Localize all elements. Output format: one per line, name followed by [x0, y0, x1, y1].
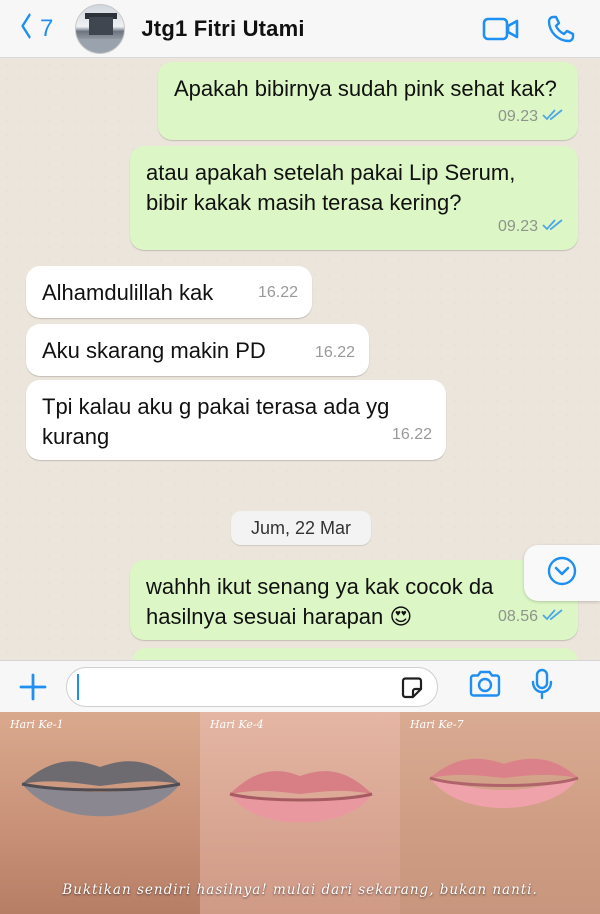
microphone-icon[interactable] — [530, 668, 554, 705]
contact-name[interactable]: Jtg1 Fitri Utami — [141, 16, 304, 42]
chat-thread[interactable]: Apakah bibirnya sudah pink sehat kak? 09… — [0, 58, 600, 660]
message-text: Apakah bibirnya sudah pink sehat kak? — [174, 76, 557, 101]
read-ticks-icon — [542, 602, 564, 632]
message-text: atau apakah setelah pakai Lip Serum, bib… — [146, 160, 516, 215]
message-meta: 16.22 — [392, 420, 432, 450]
read-ticks-icon — [542, 212, 564, 242]
message-time: 16.22 — [257, 284, 298, 301]
photo-label: Hari Ke-1 — [10, 718, 64, 731]
message-time: 09.23 — [497, 108, 538, 125]
promo-caption: Buktikan sendiri hasilnya! mulai dari se… — [62, 882, 538, 898]
photo-label: Hari Ke-7 — [410, 718, 464, 731]
back-button[interactable]: 7 — [18, 12, 53, 46]
avatar[interactable] — [75, 3, 126, 54]
message-bubble-outgoing[interactable]: wahhh ikut senang ya kak cocok da hasiln… — [130, 560, 578, 640]
message-meta: 09.23 — [498, 212, 564, 242]
scroll-down-button[interactable] — [524, 545, 600, 601]
message-bubble-incoming[interactable]: Alhamdulillah kak 16.22 — [26, 266, 312, 318]
message-bubble-outgoing-partial[interactable] — [132, 648, 578, 660]
message-text: wahhh ikut senang ya kak cocok da hasiln… — [146, 574, 494, 629]
message-text: Aku skarang makin PD — [42, 338, 266, 363]
plus-icon[interactable] — [18, 672, 48, 702]
message-bubble-incoming[interactable]: Tpi kalau aku g pakai terasa ada yg kura… — [26, 380, 446, 460]
phone-icon[interactable] — [546, 14, 576, 44]
read-ticks-icon — [542, 102, 564, 132]
date-separator: Jum, 22 Mar — [231, 511, 371, 545]
photo-label: Hari Ke-4 — [210, 718, 264, 731]
message-time: 08.56 — [497, 608, 538, 625]
message-bubble-outgoing[interactable]: Apakah bibirnya sudah pink sehat kak? 09… — [158, 62, 578, 140]
message-time: 16.22 — [391, 426, 432, 443]
message-text: Tpi kalau aku g pakai terasa ada yg kura… — [42, 394, 390, 449]
message-meta: 16.22 — [315, 338, 355, 368]
message-time: 16.22 — [314, 344, 355, 361]
chat-header: 7 Jtg1 Fitri Utami — [0, 0, 600, 58]
camera-icon[interactable] — [468, 670, 502, 703]
message-composer — [0, 660, 600, 712]
message-bubble-outgoing[interactable]: atau apakah setelah pakai Lip Serum, bib… — [130, 146, 578, 250]
message-meta: 09.23 — [498, 102, 564, 132]
message-meta: 08.56 — [498, 602, 564, 632]
message-meta: 16.22 — [258, 278, 298, 308]
video-call-icon[interactable] — [482, 16, 520, 42]
message-bubble-incoming[interactable]: Aku skarang makin PD 16.22 — [26, 324, 369, 376]
sticker-icon[interactable] — [399, 675, 425, 701]
unread-count: 7 — [40, 14, 54, 42]
message-time: 09.23 — [497, 218, 538, 235]
message-input-box[interactable] — [66, 666, 438, 707]
back-chevron-icon — [20, 12, 31, 46]
scroll-down-icon — [546, 555, 578, 592]
message-input[interactable] — [79, 675, 437, 698]
message-text: Alhamdulillah kak — [42, 280, 214, 305]
